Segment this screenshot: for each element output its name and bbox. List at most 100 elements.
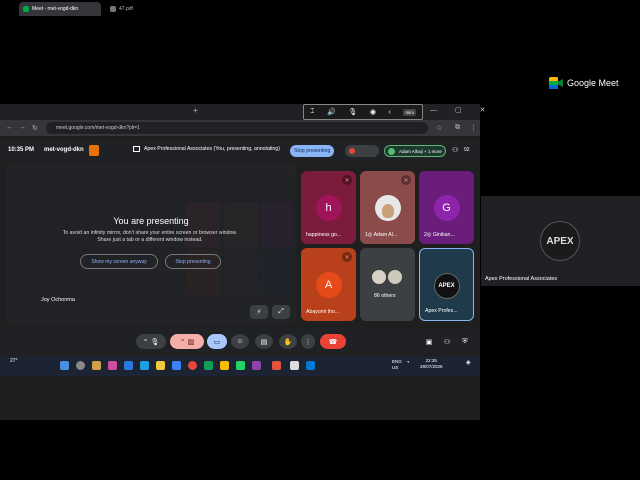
- pin-icon[interactable]: ⚡: [250, 305, 268, 319]
- activities-button[interactable]: ⛨: [459, 334, 471, 349]
- app-icon[interactable]: [172, 361, 181, 370]
- leave-call-button[interactable]: ☎: [320, 334, 346, 349]
- avatar: h: [315, 195, 342, 221]
- participant-tile[interactable]: G 2◎ Ginikan...: [419, 171, 474, 244]
- apex-logo-avatar: APEX: [540, 221, 580, 261]
- language-indicator[interactable]: ENG US: [392, 359, 402, 371]
- participant-tile[interactable]: ✕ 1◎ Adam Al...: [360, 171, 415, 244]
- recording-badge-icon: [89, 145, 99, 156]
- app-icon[interactable]: [108, 361, 117, 370]
- app-icon[interactable]: [252, 361, 261, 370]
- emoji-button[interactable]: ☺: [231, 334, 249, 349]
- participant-tile[interactable]: A ✕ Abayomi tho...: [301, 248, 356, 321]
- camera-off-icon: ⌃ ▨: [179, 338, 195, 346]
- avatar: [388, 270, 402, 284]
- extensions-icon[interactable]: ⧉: [455, 124, 460, 132]
- star-icon[interactable]: ☆: [436, 124, 442, 132]
- people-icon: ⚇: [443, 338, 451, 346]
- participant-name: Abayomi tho...: [306, 309, 340, 315]
- chrome-icon[interactable]: [188, 361, 197, 370]
- new-tab-button[interactable]: +: [193, 106, 198, 115]
- mic-icon[interactable]: 🎙: [348, 108, 357, 116]
- explorer-icon[interactable]: [156, 361, 165, 370]
- mini-label[interactable]: mini: [403, 108, 416, 116]
- mic-icon: ⌃ 🎙: [142, 338, 160, 346]
- app-icon[interactable]: [204, 361, 213, 370]
- whatsapp-icon[interactable]: [236, 361, 245, 370]
- system-clock[interactable]: 22:35 28/07/2026: [420, 358, 443, 370]
- more-options-button[interactable]: ⋮: [301, 334, 315, 349]
- self-tile-name: Apex Professional Associates: [485, 276, 558, 282]
- emoji-icon: ☺: [236, 338, 244, 345]
- active-speaker-chip[interactable]: Adam Alhaji + 1 more: [384, 145, 446, 157]
- start-icon[interactable]: [60, 361, 69, 370]
- pdf-favicon-icon: [110, 6, 116, 12]
- broadcast-icon[interactable]: ◉: [370, 108, 376, 116]
- app-icon[interactable]: [124, 361, 133, 370]
- app-icon[interactable]: [306, 361, 315, 370]
- mic-off-icon: ✕: [342, 252, 352, 262]
- meeting-code: met-vogd-dkn: [44, 147, 84, 153]
- presenting-title: You are presenting: [113, 216, 189, 226]
- back-icon[interactable]: ←: [6, 124, 13, 131]
- wifi-icon[interactable]: ◔: [406, 360, 410, 366]
- app-icon[interactable]: [290, 361, 299, 370]
- reload-icon[interactable]: ↻: [32, 124, 38, 132]
- stop-presenting-top-button[interactable]: Stop presenting: [290, 145, 335, 157]
- app-icon[interactable]: [272, 361, 281, 370]
- chevron-left-icon[interactable]: ‹: [389, 109, 391, 116]
- stop-presenting-button[interactable]: Stop presenting: [165, 254, 221, 269]
- lock-icon: ⛨: [462, 337, 468, 345]
- window-controls[interactable]: — ▢ ✕: [430, 106, 493, 114]
- tab-pdf[interactable]: 47.pdf: [106, 2, 188, 16]
- participant-name: 2◎ Ginikan...: [424, 232, 455, 238]
- mic-button[interactable]: ⌃ 🎙: [136, 334, 166, 349]
- camera-off-button[interactable]: ⌃ ▨: [170, 334, 204, 349]
- recording-chip[interactable]: [345, 145, 379, 157]
- raise-hand-button[interactable]: ✋: [279, 334, 297, 349]
- mic-off-icon: ✕: [401, 175, 411, 185]
- participant-tile[interactable]: APEX Apex Profes...: [419, 248, 474, 321]
- avatar: [374, 195, 401, 221]
- end-call-icon: ☎: [328, 338, 338, 346]
- apex-logo-avatar: APEX: [433, 273, 460, 299]
- weather-widget[interactable]: 27°: [10, 358, 18, 364]
- chat-icon: ▣: [425, 338, 433, 346]
- avatar: A: [315, 272, 342, 298]
- expand-icon[interactable]: ⤢: [272, 305, 290, 319]
- tab-label: 47.pdf: [119, 6, 133, 12]
- app-icon[interactable]: [220, 361, 229, 370]
- avatar: [372, 270, 386, 284]
- tab-meet[interactable]: Meet - met-vogd-dkn: [19, 2, 101, 16]
- hand-icon: ✋: [283, 338, 293, 346]
- notifications-icon[interactable]: ◈: [466, 359, 471, 366]
- url-input[interactable]: meet.google.com/met-vogd-dkn?pli=1: [46, 122, 428, 134]
- people-button[interactable]: ⚇: [441, 334, 453, 349]
- presenting-info: Apex Professional Associates (You, prese…: [133, 146, 280, 152]
- menu-icon[interactable]: ⋮: [470, 124, 477, 132]
- presenting-description: To avoid an infinity mirror, don't share…: [50, 230, 250, 244]
- present-button[interactable]: ▭: [207, 334, 227, 349]
- avatar: G: [433, 195, 460, 221]
- participant-tile[interactable]: h ✕ happiness go...: [301, 171, 356, 244]
- person-photo-icon: [381, 204, 394, 218]
- people-icon[interactable]: ⚇: [452, 146, 458, 154]
- annotate-icon[interactable]: ⌶: [310, 108, 314, 116]
- info-button[interactable]: ▣: [423, 334, 435, 349]
- present-icon: ▭: [213, 338, 221, 346]
- taskview-icon[interactable]: [92, 361, 101, 370]
- search-icon[interactable]: [76, 361, 85, 370]
- present-screen-icon: [133, 146, 140, 152]
- show-screen-anyway-button[interactable]: Show my screen anyway: [80, 254, 158, 269]
- meet-favicon-icon: [23, 6, 29, 12]
- volume-icon[interactable]: 🔊: [327, 108, 336, 116]
- forward-icon[interactable]: →: [19, 124, 26, 131]
- more-vert-icon: ⋮: [304, 338, 312, 346]
- share-control-pill: ⌶ 🔊 🎙 ◉ ‹ mini: [303, 104, 423, 120]
- tab-label: Meet - met-vogd-dkn: [32, 6, 79, 12]
- record-dot-icon: [349, 148, 355, 154]
- participant-name: Apex Profes...: [425, 308, 458, 314]
- edge-icon[interactable]: [140, 361, 149, 370]
- others-tile[interactable]: 86 others: [360, 248, 415, 321]
- captions-button[interactable]: ▤: [255, 334, 273, 349]
